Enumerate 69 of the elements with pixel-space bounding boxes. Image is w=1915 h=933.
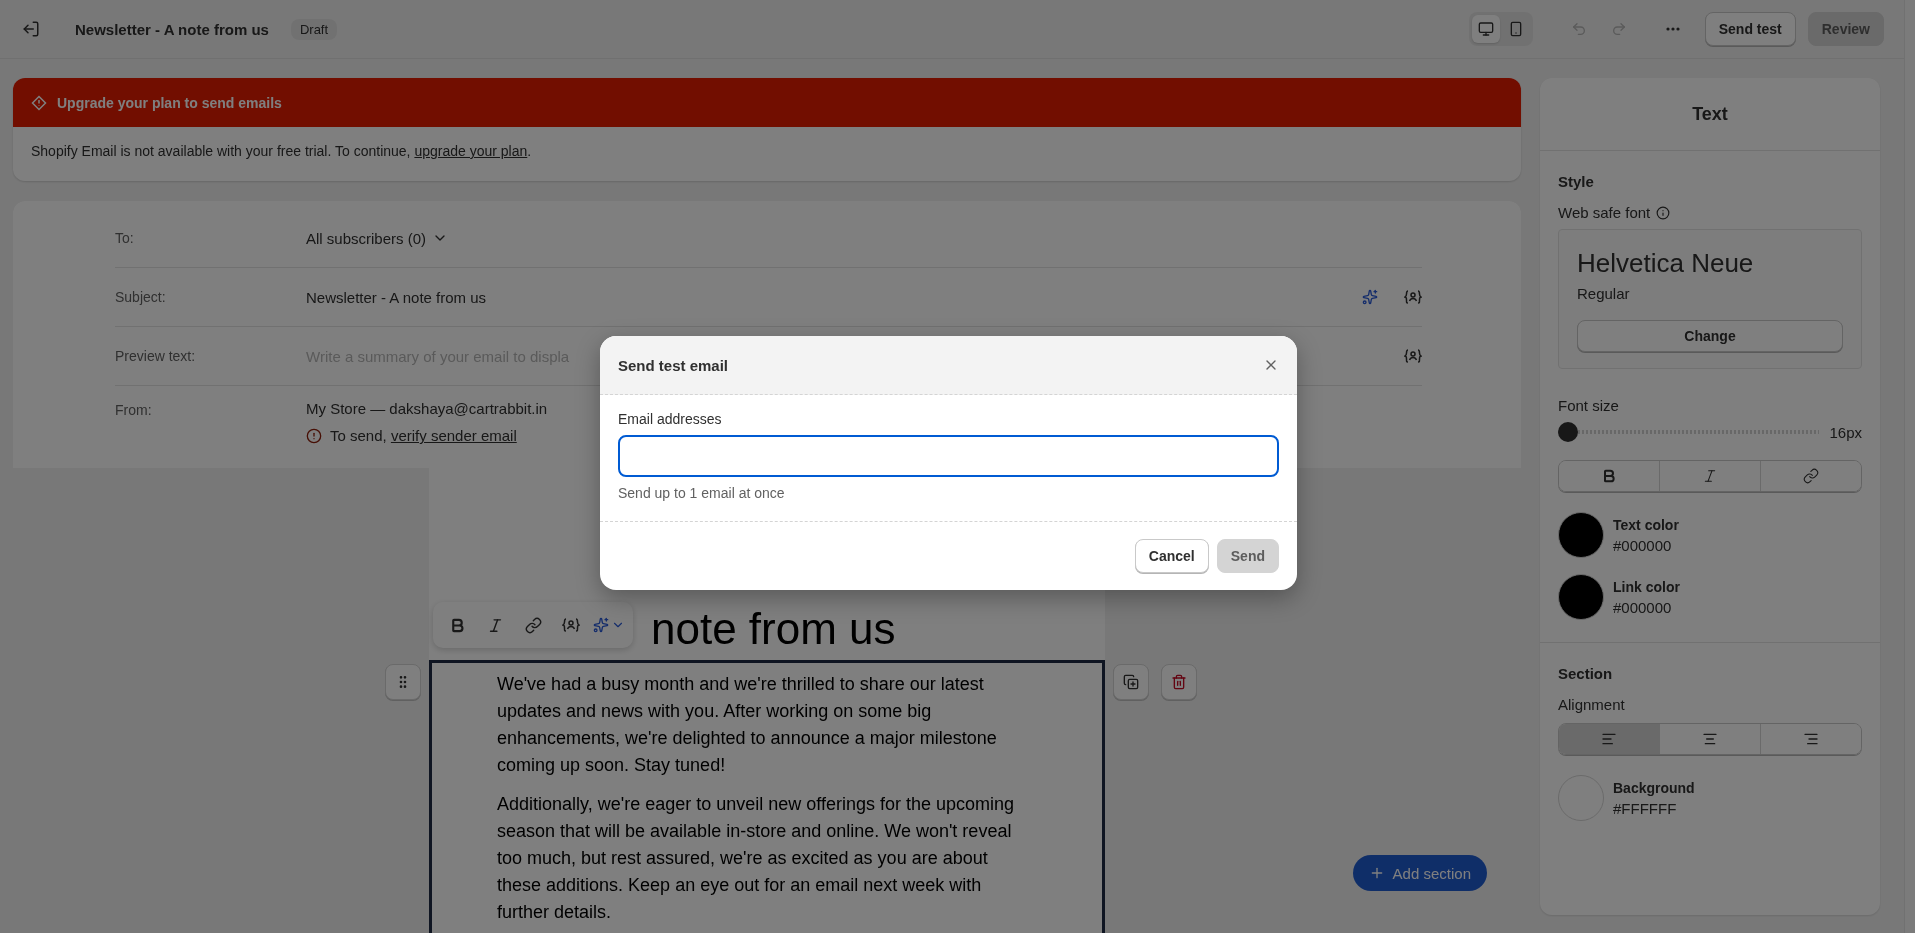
dialog-title: Send test email: [618, 356, 729, 374]
banner-message: Shopify Email is not available with your free trial. To continue, upgrade your plan.: [31, 143, 532, 159]
subject-value[interactable]: Newsletter - A note from us: [306, 288, 487, 306]
italic-icon: [1702, 468, 1718, 484]
color-label: Background: [1613, 779, 1695, 796]
align-right-icon: [1803, 731, 1819, 747]
info-icon[interactable]: [1656, 205, 1671, 220]
status-badge: Draft: [290, 18, 338, 40]
font-size-label: Font size: [1558, 397, 1620, 414]
recipients-dropdown[interactable]: All subscribers (0): [306, 229, 449, 247]
email-input[interactable]: [618, 435, 1279, 477]
email-title: Newsletter - A note from us: [75, 20, 269, 38]
font-label: Web safe font: [1558, 204, 1651, 221]
undo-icon: [1570, 21, 1587, 37]
warning-icon: [31, 94, 47, 111]
sparkle-icon[interactable]: [1362, 289, 1378, 305]
text-block[interactable]: [429, 660, 1105, 933]
panel-title: Text: [1692, 103, 1728, 125]
section-heading: Section: [1558, 665, 1614, 682]
link-icon: [1803, 468, 1819, 484]
add-section-button[interactable]: Add section: [1352, 855, 1487, 891]
color-value: #000000: [1613, 598, 1673, 616]
banner-title: Upgrade your plan to send emails: [57, 94, 282, 111]
personalize-icon[interactable]: [1404, 348, 1422, 364]
sender-value: My Store — dakshaya@cartrabbit.in: [306, 400, 548, 417]
cancel-button[interactable]: Cancel: [1134, 539, 1209, 573]
font-weight: Regular: [1577, 285, 1631, 302]
field-label: Preview text:: [115, 348, 197, 364]
change-font-button[interactable]: Change: [1577, 320, 1843, 352]
alignment-label: Alignment: [1558, 696, 1626, 713]
font-name: Helvetica Neue: [1577, 248, 1755, 279]
link-icon: [524, 616, 542, 634]
font-size-value: 16px: [1829, 423, 1862, 441]
duplicate-icon: [1123, 674, 1139, 690]
color-value: #FFFFFF: [1613, 799, 1678, 817]
desktop-view-button[interactable]: [1471, 15, 1500, 43]
color-swatch[interactable]: [1558, 512, 1604, 558]
field-label: Subject:: [115, 289, 167, 305]
redo-icon: [1610, 21, 1627, 37]
color-swatch[interactable]: [1558, 574, 1604, 620]
personalize-icon: [562, 617, 580, 633]
delete-button[interactable]: [1161, 664, 1197, 700]
verify-link[interactable]: verify sender email: [390, 427, 517, 444]
drag-handle[interactable]: [385, 664, 421, 700]
slider-thumb[interactable]: [1558, 422, 1578, 442]
field-label: Email addresses: [618, 411, 723, 427]
exit-icon: [22, 20, 40, 38]
align-left-icon: [1601, 731, 1617, 747]
paragraph: We've had a busy month and we're thrilled to share our latest updates and news with you. After working on some big enhancements, we're delighted to announce a major milestone coming up soon. Stay tuned!: [497, 673, 998, 777]
send-test-button[interactable]: Send test: [1704, 12, 1796, 46]
section-heading: Style: [1558, 173, 1595, 190]
field-label: To:: [115, 230, 135, 246]
email-heading: note from us: [651, 603, 896, 655]
alert-icon: [306, 427, 322, 444]
personalize-icon[interactable]: [1404, 289, 1422, 305]
color-label: Text color: [1613, 516, 1679, 533]
color-value: #000000: [1613, 536, 1673, 554]
more-icon: [1665, 27, 1680, 31]
monitor-icon: [1477, 21, 1494, 37]
trash-icon: [1171, 674, 1187, 690]
duplicate-button[interactable]: [1113, 664, 1149, 700]
paragraph: Additionally, we're eager to unveil new offerings for the upcoming season that will be available in-store and online. We won't reveal too much, but rest assured, we're as excited as you are about these additions. Keep an eye out for an email next week with further details.: [497, 793, 1016, 924]
sparkle-icon: [593, 617, 609, 633]
sender-warning: To send, verify sender email: [330, 427, 517, 444]
help-text: Send up to 1 email at once: [618, 485, 786, 501]
bold-icon: [1601, 468, 1617, 484]
color-label: Link color: [1613, 578, 1680, 595]
field-label: From:: [115, 401, 153, 418]
align-center-icon: [1702, 731, 1718, 747]
